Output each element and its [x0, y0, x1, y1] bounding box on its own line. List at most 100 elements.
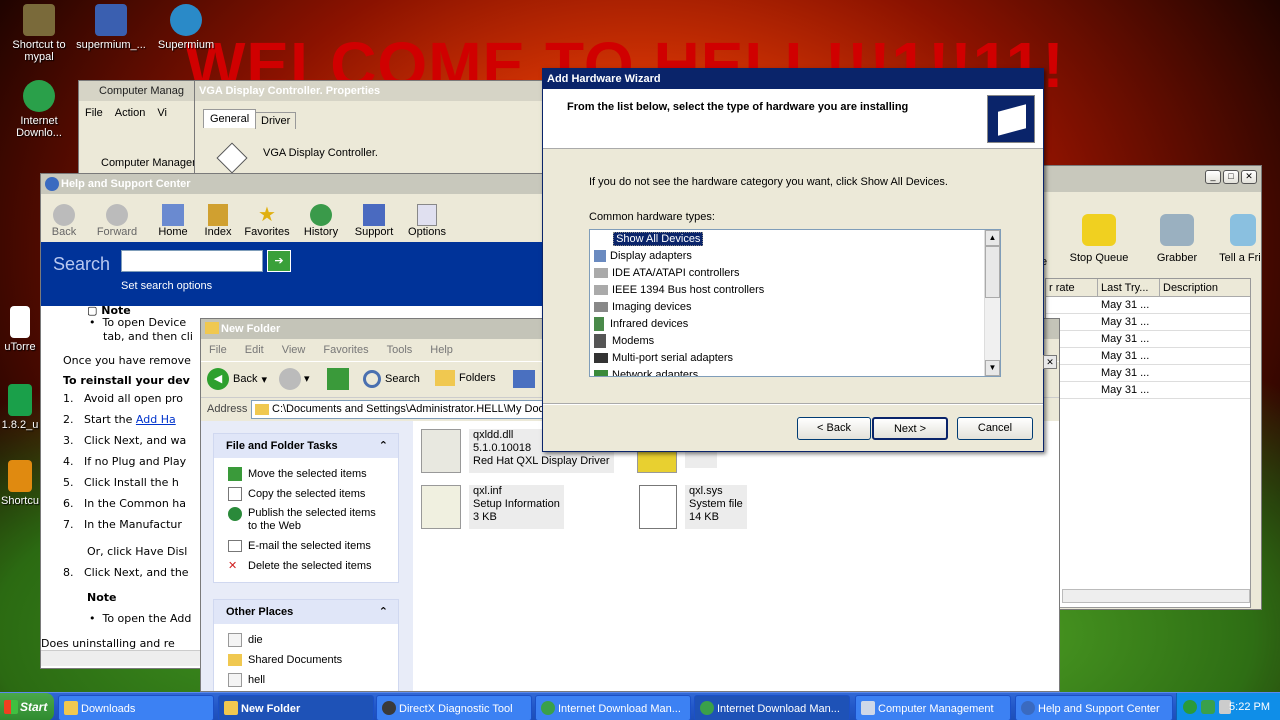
panel-header[interactable]: File and Folder Tasks ⌃ [214, 434, 398, 458]
table-row[interactable]: May 31 ... [1046, 331, 1250, 348]
network-tray-icon[interactable] [1183, 700, 1197, 714]
list-item[interactable]: Infrared devices [594, 316, 764, 333]
table-row[interactable]: May 31 ... [1046, 297, 1250, 314]
place-link-shared-documents[interactable]: Shared Documents [228, 650, 398, 670]
list-item[interactable]: Display adapters [594, 248, 764, 265]
panel-header[interactable]: Other Places ⌃ [214, 600, 398, 624]
menu-tools[interactable]: Tools [387, 339, 413, 361]
views-button[interactable] [513, 370, 535, 388]
desktop-icon-version[interactable]: 1.8.2_u [0, 384, 40, 431]
next-button[interactable]: Next > [872, 417, 948, 440]
file-item-qxl-sys[interactable]: qxl.sys System file 14 KB [639, 485, 789, 529]
menu-action[interactable]: Action [115, 107, 146, 119]
email-items-link[interactable]: E-mail the selected items [228, 536, 398, 556]
list-item[interactable]: IDE ATA/ATAPI controllers [594, 265, 764, 282]
menu-file[interactable]: File [85, 107, 103, 119]
desktop-icon-mypal[interactable]: Shortcut to mypal [0, 4, 78, 63]
index-button[interactable]: Index [201, 204, 235, 238]
back-button[interactable]: < Back [797, 417, 871, 440]
desktop-icon-internet-download[interactable]: Internet Downlo... [0, 80, 78, 139]
column-header-description[interactable]: Description [1160, 279, 1250, 296]
search-button[interactable]: Search [363, 370, 420, 388]
menu-favorites[interactable]: Favorites [323, 339, 368, 361]
grabber-button[interactable]: Grabber [1147, 214, 1207, 264]
cm-tree-item[interactable]: Computer Manager [101, 157, 196, 169]
maximize-button[interactable]: □ [1223, 170, 1239, 184]
address-input[interactable]: C:\Documents and Settings\Administrator.… [251, 400, 551, 419]
folders-button[interactable]: Folders [435, 370, 496, 386]
list-scrollbar[interactable]: ▲ ▼ [984, 230, 1000, 376]
task-help-and-support[interactable]: Help and Support Center [1015, 695, 1173, 720]
menu-help[interactable]: Help [430, 339, 453, 361]
table-row[interactable]: May 31 ... [1046, 348, 1250, 365]
back-button[interactable]: Back [47, 204, 81, 238]
hardware-type-list[interactable]: Show All Devices Display adapters IDE AT… [589, 229, 1001, 377]
place-link-hell[interactable]: hell [228, 670, 398, 690]
task-downloads[interactable]: Downloads [58, 695, 214, 720]
favorites-button[interactable]: ★ Favorites [243, 204, 291, 238]
task-internet-download-manager-2[interactable]: Internet Download Man... [694, 695, 850, 720]
dialog-close-fragment[interactable]: ✕ [1043, 355, 1057, 369]
desktop-icon-supermium[interactable]: Supermium [147, 4, 225, 51]
idm-tray-icon[interactable] [1201, 700, 1215, 714]
forward-button[interactable]: ▾ [279, 368, 310, 390]
menu-edit[interactable]: Edit [245, 339, 264, 361]
horizontal-scrollbar[interactable] [1062, 589, 1250, 603]
scroll-up-arrow-icon[interactable]: ▲ [985, 230, 1000, 246]
system-file-icon [639, 485, 677, 529]
back-button[interactable]: ◀ Back ▾ [207, 368, 267, 390]
tell-a-friend-button[interactable]: Tell a Frie [1213, 214, 1261, 264]
set-search-options-link[interactable]: Set search options [121, 280, 212, 292]
search-input[interactable] [121, 250, 263, 272]
tab-general[interactable]: General [203, 109, 257, 128]
forward-button[interactable]: Forward [89, 204, 145, 238]
stop-queue-button[interactable]: Stop Queue [1067, 214, 1131, 264]
file-item-qxl-inf[interactable]: qxl.inf Setup Information 3 KB [421, 485, 571, 529]
column-header-last-try[interactable]: Last Try... [1098, 279, 1160, 296]
task-new-folder[interactable]: New Folder [218, 695, 374, 720]
window-controls: _ □ ✕ [1205, 170, 1257, 184]
options-button[interactable]: Options [405, 204, 449, 238]
desktop-icon-supermium-installer[interactable]: supermium_... [72, 4, 150, 51]
list-item[interactable]: Modems [594, 333, 764, 350]
scroll-down-arrow-icon[interactable]: ▼ [985, 360, 1000, 376]
menu-view[interactable]: Vi [157, 107, 167, 119]
search-go-button[interactable]: ➔ [267, 250, 291, 272]
minimize-button[interactable]: _ [1205, 170, 1221, 184]
close-button[interactable]: ✕ [1241, 170, 1257, 184]
setup-info-icon [421, 485, 461, 529]
menu-view[interactable]: View [282, 339, 306, 361]
menu-file[interactable]: File [209, 339, 227, 361]
home-button[interactable]: Home [153, 204, 193, 238]
task-directx-diagnostic[interactable]: DirectX Diagnostic Tool [376, 695, 532, 720]
task-computer-management[interactable]: Computer Management [855, 695, 1011, 720]
cancel-button[interactable]: Cancel [957, 417, 1033, 440]
up-folder-button[interactable] [327, 368, 349, 390]
scroll-thumb[interactable] [985, 246, 1000, 298]
step-list: 1. Avoid all open pro 2. Start the Add H… [41, 392, 192, 650]
tab-driver[interactable]: Driver [255, 112, 297, 129]
start-button[interactable]: Start [0, 693, 54, 720]
table-row[interactable]: May 31 ... [1046, 382, 1250, 399]
list-item[interactable]: IEEE 1394 Bus host controllers [594, 282, 764, 299]
desktop-icon-utorrent[interactable]: uTorre [0, 306, 40, 353]
list-item[interactable]: Imaging devices [594, 299, 764, 316]
add-hardware-link[interactable]: Add Ha [136, 413, 176, 426]
table-row[interactable]: May 31 ... [1046, 314, 1250, 331]
show-all-devices-item[interactable]: Show All Devices [613, 232, 704, 246]
desktop-icon-shortcut[interactable]: Shortcu [0, 460, 40, 507]
back-arrow-icon: ◀ [207, 368, 229, 390]
list-item[interactable]: Show All Devices [594, 231, 764, 248]
delete-items-link[interactable]: ✕ Delete the selected items [228, 556, 398, 576]
list-item[interactable]: Multi-port serial adapters [594, 350, 764, 367]
column-header-rate[interactable]: r rate [1046, 279, 1098, 296]
place-link-die[interactable]: die [228, 630, 398, 650]
list-item[interactable]: Network adapters [594, 367, 764, 376]
history-button[interactable]: History [299, 204, 343, 238]
move-items-link[interactable]: Move the selected items [228, 464, 398, 484]
task-internet-download-manager-1[interactable]: Internet Download Man... [535, 695, 691, 720]
support-button[interactable]: Support [351, 204, 397, 238]
table-row[interactable]: May 31 ... [1046, 365, 1250, 382]
copy-items-link[interactable]: Copy the selected items [228, 484, 398, 504]
publish-items-link[interactable]: Publish the selected items to the Web [228, 504, 398, 536]
